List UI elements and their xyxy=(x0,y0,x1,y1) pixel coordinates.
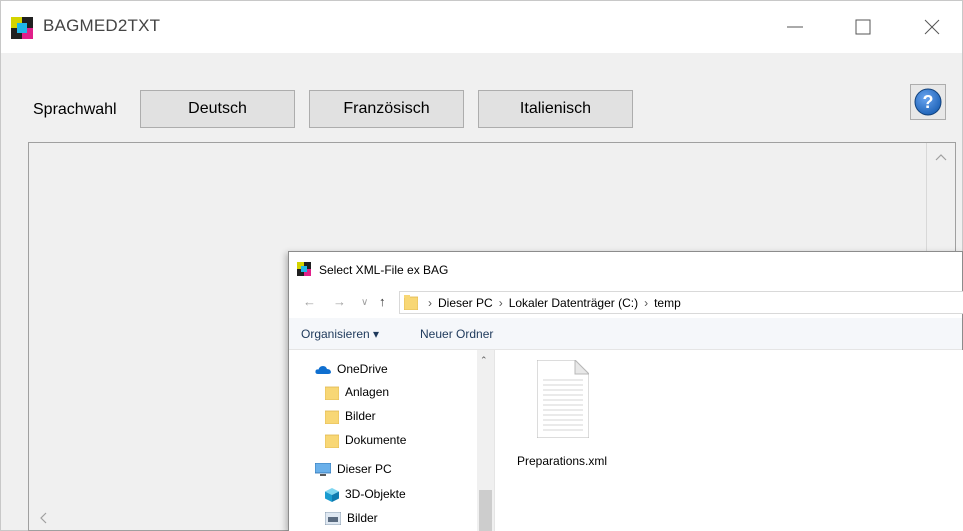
maximize-button[interactable] xyxy=(840,1,886,53)
scroll-up-icon[interactable] xyxy=(935,153,947,161)
nav-item-bilder[interactable]: Bilder xyxy=(325,409,376,425)
scroll-left-icon[interactable] xyxy=(39,512,47,524)
svg-text:?: ? xyxy=(923,92,934,112)
folder-icon xyxy=(325,434,339,449)
nav-item-label: Bilder xyxy=(345,409,376,423)
minimize-icon xyxy=(787,26,803,28)
computer-icon xyxy=(315,462,331,476)
nav-item-onedrive[interactable]: OneDrive xyxy=(315,362,388,376)
folder-icon xyxy=(325,410,339,425)
deutsch-button[interactable]: Deutsch xyxy=(140,90,295,128)
file-list: Preparations.xml xyxy=(495,350,963,531)
pictures-icon xyxy=(325,512,341,526)
breadcrumb-temp[interactable]: temp xyxy=(654,296,681,310)
dialog-title: Select XML-File ex BAG xyxy=(319,263,449,277)
scroll-thumb[interactable] xyxy=(479,490,492,531)
cube-icon xyxy=(325,487,339,502)
minimize-button[interactable] xyxy=(772,1,818,53)
breadcrumb: › Dieser PC › Lokaler Datenträger (C:) › temp xyxy=(428,296,681,310)
close-button[interactable] xyxy=(909,1,955,53)
nav-item-label: Dokumente xyxy=(345,433,407,447)
onedrive-icon xyxy=(315,366,331,375)
nav-item-label: OneDrive xyxy=(337,362,388,376)
dialog-title-bar: Select XML-File ex BAG xyxy=(289,252,962,286)
nav-item-this-pc[interactable]: Dieser PC xyxy=(315,462,392,477)
navigation-pane: OneDrive Anlagen Bilder Dokumente Dieser… xyxy=(289,350,495,531)
folder-icon xyxy=(404,295,418,310)
forward-arrow-icon[interactable]: → xyxy=(333,294,346,309)
app-icon xyxy=(297,262,311,276)
dialog-toolbar: Organisieren ▾ Neuer Ordner xyxy=(289,318,962,350)
history-chevron-icon[interactable]: ∨ xyxy=(361,297,368,308)
folder-icon xyxy=(325,386,339,401)
breadcrumb-local-disk[interactable]: Lokaler Datenträger (C:) xyxy=(509,296,638,310)
nav-pane-scrollbar[interactable]: ⌃ xyxy=(477,350,494,531)
nav-item-label: Dieser PC xyxy=(337,462,392,476)
app-icon xyxy=(11,17,33,39)
breadcrumb-this-pc[interactable]: Dieser PC xyxy=(438,296,493,310)
file-open-dialog: Select XML-File ex BAG ← → ∨ ↑ › Dieser P… xyxy=(288,251,963,531)
close-icon xyxy=(924,19,940,35)
path-box[interactable]: › Dieser PC › Lokaler Datenträger (C:) › temp xyxy=(399,291,963,314)
chevron-up-icon[interactable]: ⌃ xyxy=(480,355,488,366)
help-icon: ? xyxy=(914,88,942,116)
document-icon xyxy=(537,360,589,438)
franzoesisch-button[interactable]: Französisch xyxy=(309,90,464,128)
back-arrow-icon[interactable]: ← xyxy=(303,294,316,309)
language-label: Sprachwahl xyxy=(33,101,117,118)
window-title: BAGMED2TXT xyxy=(43,16,161,35)
italienisch-button[interactable]: Italienisch xyxy=(478,90,633,128)
nav-item-pictures[interactable]: Bilder xyxy=(325,511,378,526)
nav-item-anlagen[interactable]: Anlagen xyxy=(325,385,390,401)
nav-item-dokumente[interactable]: Dokumente xyxy=(325,433,407,449)
help-button[interactable]: ? xyxy=(910,84,946,120)
file-name: Preparations.xml xyxy=(517,454,608,468)
nav-item-label: Bilder xyxy=(347,511,378,525)
nav-item-3d-objects[interactable]: 3D-Objekte xyxy=(325,487,406,502)
maximize-icon xyxy=(855,19,871,35)
up-arrow-icon[interactable]: ↑ xyxy=(379,294,386,309)
organize-button[interactable]: Organisieren ▾ xyxy=(301,327,379,341)
address-bar: ← → ∨ ↑ › Dieser PC › Lokaler Datenträger (… xyxy=(289,286,963,318)
new-folder-button[interactable]: Neuer Ordner xyxy=(420,327,493,341)
nav-item-label: Anlagen xyxy=(345,385,390,399)
title-bar: BAGMED2TXT xyxy=(1,1,962,53)
nav-item-label: 3D-Objekte xyxy=(345,487,406,501)
